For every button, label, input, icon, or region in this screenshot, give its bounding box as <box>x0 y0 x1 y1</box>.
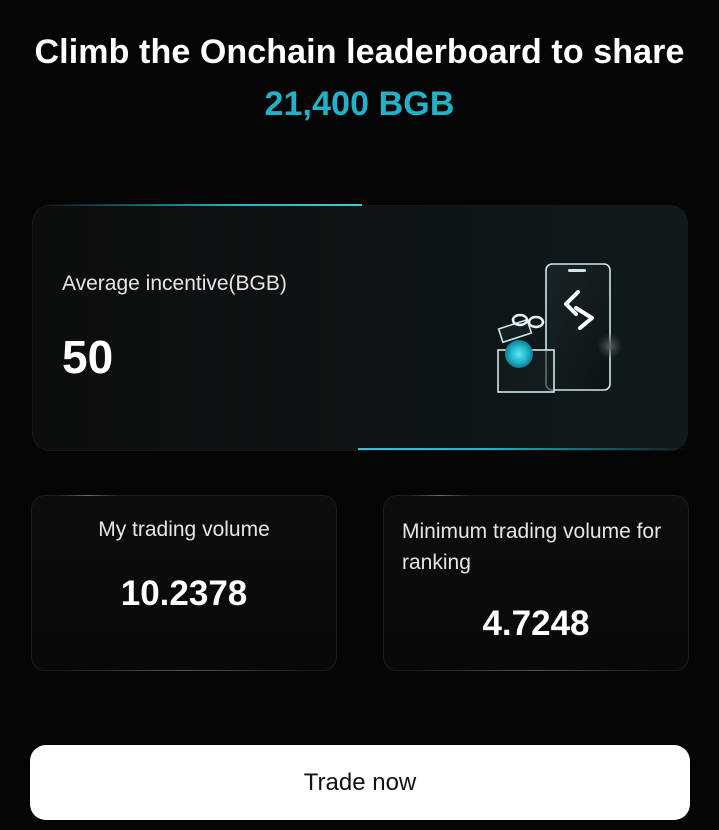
my-trading-volume-value: 10.2378 <box>120 574 248 613</box>
my-trading-volume-card: My trading volume 10.2378 <box>31 495 337 671</box>
title-prefix: Climb the Onchain leaderboard to share <box>34 33 685 71</box>
prize-pool-amount: 21,400 BGB <box>264 85 455 123</box>
card-highlight <box>58 495 118 496</box>
trade-now-button[interactable]: Trade now <box>30 745 690 820</box>
card-glow-bottom <box>358 448 688 450</box>
card-glow-top <box>40 204 362 206</box>
average-incentive-value: 50 <box>62 331 114 383</box>
page-title: Climb the Onchain leaderboard to share 2… <box>0 26 719 130</box>
card-highlight <box>410 495 470 496</box>
gift-phone-swap-icon <box>492 262 628 396</box>
my-trading-volume-label: My trading volume <box>98 518 270 541</box>
card-highlight <box>414 670 658 671</box>
card-highlight <box>62 670 306 671</box>
average-incentive-label: Average incentive(BGB) <box>62 272 287 295</box>
leaderboard-page: Climb the Onchain leaderboard to share 2… <box>0 0 719 830</box>
minimum-trading-volume-value: 4.7248 <box>482 604 590 643</box>
minimum-trading-volume-label: Minimum trading volume for ranking <box>402 520 662 574</box>
minimum-trading-volume-card: Minimum trading volume for ranking 4.724… <box>383 495 689 671</box>
